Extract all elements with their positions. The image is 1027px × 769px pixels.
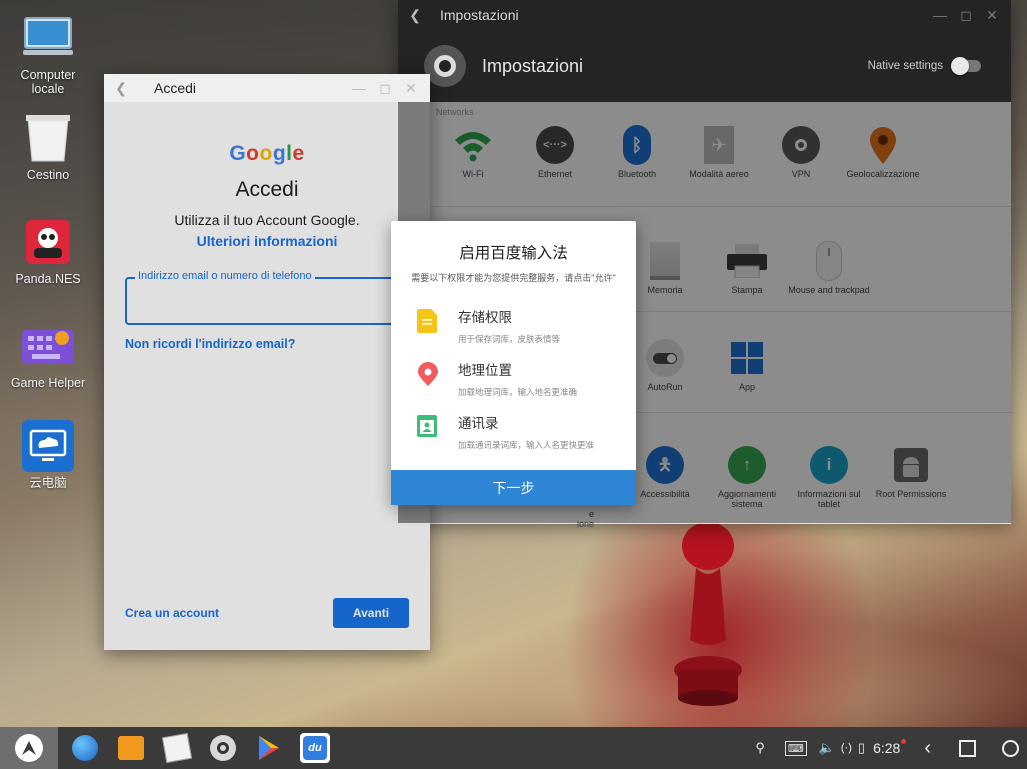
maximize-icon[interactable]: ◻ [953, 7, 979, 24]
desktop-icon-label: 云电脑 [29, 476, 67, 490]
desktop-icon-label: Cestino [26, 168, 70, 182]
desktop-icon-label: Game Helper [10, 376, 86, 390]
desktop-icon-label: Computer locale [20, 68, 76, 96]
dialog-description: 需要以下权限才能为您提供完整服务，请点击"允许" [411, 273, 616, 283]
desktop-icon-trash[interactable]: Cestino [6, 112, 90, 182]
permission-title: 地理位置 [458, 363, 512, 378]
desktop-icon-cloud-pc[interactable]: 云电脑 [6, 420, 90, 490]
desktop-icon-panda-nes[interactable]: Panda.NES [6, 216, 90, 286]
page-title: Impostazioni [482, 55, 584, 76]
permission-storage: 存储权限 用于保存词库，皮肤表情等 [417, 304, 636, 357]
battery-icon: ▯ [857, 740, 866, 755]
permission-title: 存储权限 [458, 310, 512, 325]
settings-gear-icon [424, 45, 466, 87]
file-manager-icon[interactable] [116, 733, 146, 763]
desktop-icon-label: Panda.NES [15, 272, 81, 286]
back-arrow-icon[interactable]: ❮ [108, 80, 134, 97]
permission-title: 通讯录 [458, 416, 499, 431]
settings-header: Impostazioni Native settings [398, 30, 1011, 102]
trash-icon [22, 112, 74, 164]
volume-icon[interactable]: 🔈 [819, 740, 835, 756]
maximize-icon[interactable]: ◻ [372, 80, 398, 97]
clock[interactable]: 6:28 [873, 740, 900, 756]
home-nav-icon[interactable] [959, 739, 976, 757]
contacts-icon [417, 415, 441, 439]
baidu-input-icon[interactable]: du [300, 733, 330, 763]
desktop-icon-game-helper[interactable]: Game Helper [6, 320, 90, 390]
launcher-icon [15, 734, 43, 762]
monitor-icon [22, 12, 74, 64]
back-arrow-icon[interactable]: ❮ [402, 7, 428, 24]
permission-desc: 用于保存词库，皮肤表情等 [458, 334, 561, 344]
cloud-pc-icon [22, 420, 74, 472]
keyboard-icon[interactable]: ⌨ [784, 740, 807, 756]
file-icon [417, 309, 441, 333]
photo-editor-icon[interactable] [161, 732, 193, 764]
taskbar: du ⚲ ⌨ 🔈 (·) ▯ 6:28 ‹ [0, 727, 1027, 769]
settings-title: Impostazioni [440, 7, 519, 23]
recents-nav-icon[interactable] [1002, 739, 1019, 757]
permission-desc: 加载通讯录词库，输入人名更快更准 [458, 440, 595, 450]
settings-gear-icon[interactable] [208, 733, 238, 763]
minimize-icon[interactable]: — [927, 7, 953, 23]
close-icon[interactable]: ✕ [979, 7, 1005, 24]
minimize-icon[interactable]: — [346, 80, 372, 96]
baidu-permission-dialog: 启用百度输入法 需要以下权限才能为您提供完整服务，请点击"允许" 存储权限 用于… [391, 221, 636, 505]
play-store-icon[interactable] [254, 733, 284, 763]
wallpaper-pawn [674, 522, 742, 706]
system-tray: ⚲ ⌨ 🔈 (·) ▯ 6:28 ‹ [755, 727, 1027, 769]
permission-contacts: 通讯录 加载通讯录词库，输入人名更快更准 [417, 410, 636, 463]
dialog-scrim [104, 102, 430, 650]
location-icon [417, 362, 441, 386]
keyboard-icon [22, 320, 74, 372]
notification-dot [901, 738, 907, 744]
native-settings-label: Native settings [867, 60, 943, 72]
gamepad-icon [22, 216, 74, 268]
dialog-next-button[interactable]: 下一步 [391, 470, 636, 505]
dialog-title: 启用百度输入法 [459, 245, 568, 262]
back-nav-icon[interactable]: ‹ [924, 737, 931, 760]
browser-globe-icon[interactable] [70, 733, 100, 763]
close-icon[interactable]: ✕ [398, 80, 424, 97]
network-icon[interactable]: (·) [841, 742, 852, 754]
launcher-button[interactable] [0, 727, 58, 769]
search-icon[interactable]: ⚲ [755, 740, 765, 756]
login-titlebar: ❮ Accedi — ◻ ✕ [104, 74, 430, 102]
native-settings-toggle[interactable] [951, 57, 981, 75]
permission-location: 地理位置 加载地理词库，输入地名更准确 [417, 357, 636, 410]
settings-titlebar: ❮ Impostazioni — ◻ ✕ [398, 0, 1011, 30]
permission-desc: 加载地理词库，输入地名更准确 [458, 387, 578, 397]
desktop-icon-computer[interactable]: Computer locale [6, 12, 90, 96]
login-window-title: Accedi [154, 80, 197, 96]
